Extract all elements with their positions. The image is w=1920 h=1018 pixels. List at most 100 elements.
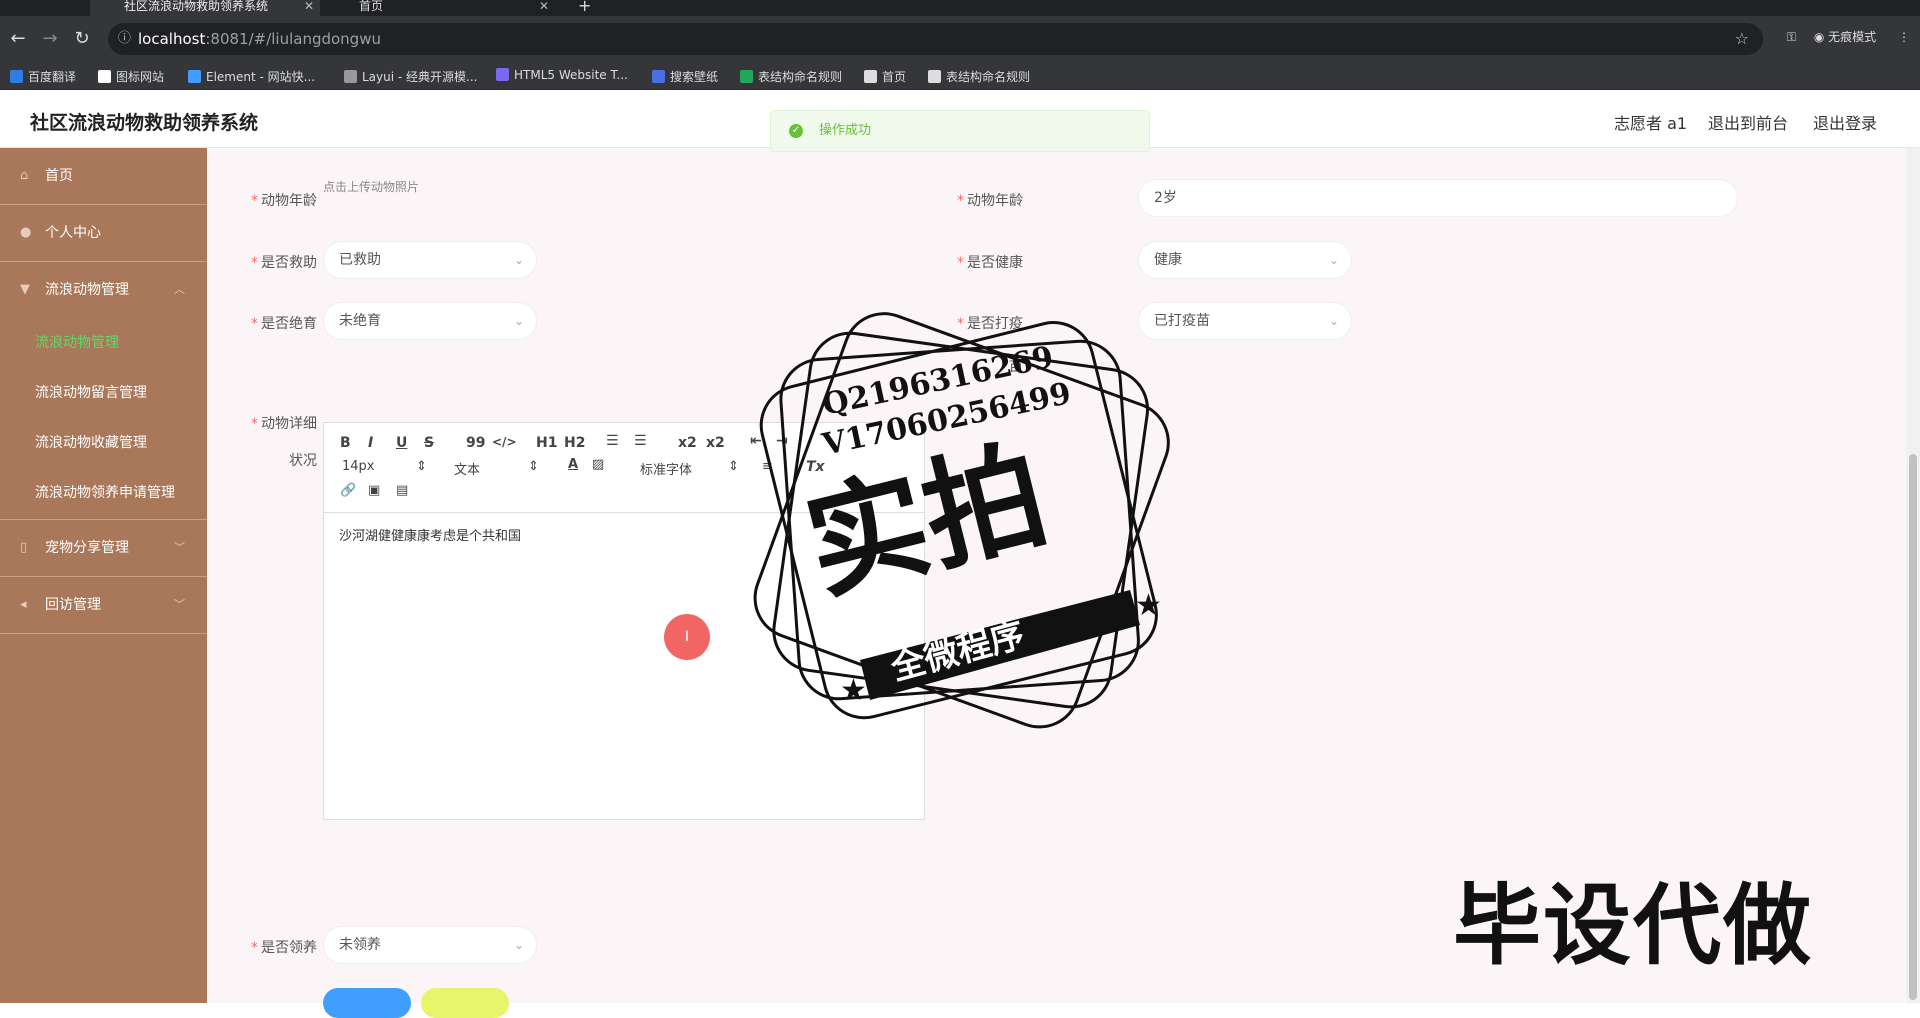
logout-link[interactable]: 退出登录 bbox=[1813, 110, 1877, 134]
h2-button[interactable]: H2 bbox=[564, 435, 585, 451]
bookmark-item[interactable]: 表结构命名规则 bbox=[740, 68, 842, 85]
adopted-select[interactable]: 未领养 ⌄ bbox=[323, 926, 537, 964]
sidebar-item-revisit[interactable]: ◂ 回访管理 ﹀ bbox=[0, 577, 207, 634]
subscript-button[interactable]: x2 bbox=[678, 435, 697, 451]
text-type-select[interactable]: 文本 bbox=[454, 459, 480, 478]
success-toast: ✓ 操作成功 bbox=[770, 110, 1150, 152]
bookmark-icon bbox=[496, 68, 509, 81]
scroll-thumb[interactable] bbox=[1909, 454, 1917, 1000]
bookmark-star-icon[interactable]: ☆ bbox=[1735, 23, 1749, 55]
link-icon[interactable]: 🔗 bbox=[340, 483, 356, 498]
bookmark-item[interactable]: 图标网站 bbox=[98, 68, 164, 85]
tab-close-icon[interactable]: ✕ bbox=[539, 0, 549, 12]
bookmark-icon bbox=[652, 70, 665, 83]
chevron-up-icon: ︿ bbox=[174, 283, 185, 296]
video-icon[interactable]: ▤ bbox=[396, 483, 408, 498]
chevron-down-icon: ⌄ bbox=[513, 314, 524, 328]
neutered-select[interactable]: 未绝育 ⌄ bbox=[323, 302, 537, 340]
rescued-label: * 是否救助 bbox=[251, 255, 317, 271]
sidebar-item-profile[interactable]: ● 个人中心 bbox=[0, 205, 207, 262]
bookmark-item[interactable]: 首页 bbox=[864, 68, 906, 85]
bookmark-item[interactable]: Layui - 经典开源模... bbox=[344, 68, 477, 85]
quote-button[interactable]: 99 bbox=[466, 435, 485, 451]
strike-button[interactable]: S bbox=[424, 435, 434, 451]
superscript-button[interactable]: x2 bbox=[706, 435, 725, 451]
bookmark-icon bbox=[10, 70, 23, 83]
bookmark-icon bbox=[928, 70, 941, 83]
reload-icon[interactable]: ↻ bbox=[70, 27, 94, 51]
tab-admin[interactable]: 社区流浪动物救助领养系统 ✕ bbox=[90, 0, 320, 16]
home-icon: ⌂ bbox=[20, 168, 29, 183]
chevron-updown-icon: ⇕ bbox=[528, 459, 539, 474]
font-color-icon[interactable]: A bbox=[568, 457, 578, 472]
site-info-icon[interactable]: ⓘ bbox=[118, 23, 131, 55]
sidebar-item-label: 回访管理 bbox=[45, 597, 101, 613]
background-color-icon[interactable]: ▨ bbox=[592, 457, 604, 472]
healthy-select[interactable]: 健康 ⌄ bbox=[1138, 241, 1352, 279]
bookmark-item[interactable]: 表结构命名规则 bbox=[928, 68, 1030, 85]
cancel-button[interactable] bbox=[421, 988, 509, 1018]
sidebar-item-animal-management[interactable]: ▼ 流浪动物管理 ︿ bbox=[0, 262, 207, 319]
filter-icon: ▼ bbox=[20, 282, 30, 297]
bookmark-icon bbox=[188, 70, 201, 83]
tab-title: 首页 bbox=[359, 0, 384, 13]
age-input[interactable]: 2岁 bbox=[1138, 179, 1738, 217]
submit-button[interactable] bbox=[323, 988, 411, 1018]
code-button[interactable]: </> bbox=[492, 435, 517, 449]
sidebar-item-pet-share[interactable]: ▯ 宠物分享管理 ﹀ bbox=[0, 520, 207, 577]
bookmark-item[interactable]: 百度翻译 bbox=[10, 68, 76, 85]
bookmark-item[interactable]: Element - 网站快... bbox=[188, 68, 315, 85]
address-toolbar: ← → ↻ ⓘ localhost:8081/#/liulangdongwu ☆… bbox=[0, 16, 1920, 62]
sidebar-subitem-animal[interactable]: 流浪动物管理 bbox=[0, 318, 207, 368]
ordered-list-icon[interactable]: ☰ bbox=[606, 433, 619, 449]
tab-home[interactable]: 首页 ✕ bbox=[325, 0, 555, 16]
new-tab-icon[interactable]: + bbox=[570, 0, 600, 16]
italic-button[interactable]: I bbox=[368, 435, 373, 451]
tab-title: 社区流浪动物救助领养系统 bbox=[124, 0, 269, 13]
watermark-stamp: Q2196316269 V17060256499 实拍 全微程序 ★ ★ bbox=[753, 312, 1170, 729]
sidebar-subitem-messages[interactable]: 流浪动物留言管理 bbox=[0, 368, 207, 418]
font-family-select[interactable]: 标准字体 bbox=[640, 459, 692, 478]
bookmarks-bar: 百度翻译 图标网站 Element - 网站快... Layui - 经典开源模… bbox=[0, 62, 1920, 90]
sidebar-subitem-favorites[interactable]: 流浪动物收藏管理 bbox=[0, 418, 207, 468]
back-icon[interactable]: ← bbox=[6, 27, 30, 51]
chevron-updown-icon: ⇕ bbox=[416, 459, 427, 474]
bullet-list-icon[interactable]: ☰ bbox=[634, 433, 647, 449]
h1-button[interactable]: H1 bbox=[536, 435, 557, 451]
font-size-select[interactable]: 14px bbox=[342, 459, 375, 474]
detail-label-cont: 状况 bbox=[289, 453, 317, 469]
watermark-ribbon-text: 全微程序 bbox=[886, 615, 1029, 689]
menu-icon[interactable]: ⋮ bbox=[1898, 30, 1910, 44]
key-icon[interactable]: ⚿ bbox=[1787, 30, 1796, 44]
upload-photo-hint[interactable]: 点击上传动物照片 bbox=[323, 178, 419, 195]
chevron-down-icon: ⌄ bbox=[1328, 314, 1339, 328]
url-host: localhost bbox=[138, 30, 206, 48]
url-bar[interactable]: ⓘ localhost:8081/#/liulangdongwu ☆ bbox=[108, 23, 1763, 55]
bookmark-icon bbox=[864, 70, 877, 83]
sidebar-item-label: 宠物分享管理 bbox=[45, 540, 129, 556]
browser-tools: ⚿ ◉ 无痕模式 ⋮ bbox=[1787, 28, 1910, 45]
pet-icon: ▯ bbox=[20, 540, 28, 555]
exit-to-front-link[interactable]: 退出到前台 bbox=[1708, 110, 1788, 134]
bookmark-item[interactable]: HTML5 Website T... bbox=[496, 68, 628, 82]
incognito-icon: ◉ bbox=[1813, 30, 1829, 44]
check-icon: ✓ bbox=[789, 124, 803, 138]
tab-close-icon[interactable]: ✕ bbox=[304, 0, 314, 12]
rescued-select[interactable]: 已救助 ⌄ bbox=[323, 241, 537, 279]
bookmark-item[interactable]: 搜索壁纸 bbox=[652, 68, 718, 85]
incognito-badge[interactable]: ◉ 无痕模式 bbox=[1814, 28, 1876, 45]
current-user: 志愿者 a1 bbox=[1614, 114, 1688, 133]
image-icon[interactable]: ▣ bbox=[368, 483, 380, 498]
underline-button[interactable]: U bbox=[396, 435, 407, 451]
chevron-down-icon: ⌄ bbox=[513, 938, 524, 952]
bold-button[interactable]: B bbox=[340, 435, 351, 451]
sidebar-item-home[interactable]: ⌂ 首页 bbox=[0, 148, 207, 205]
adopted-label: * 是否领养 bbox=[251, 940, 317, 956]
age-label: * 动物年龄 bbox=[957, 193, 1023, 209]
page-scrollbar[interactable] bbox=[1906, 148, 1920, 1003]
url-path: :8081/#/liulangdongwu bbox=[205, 30, 381, 48]
cursor-highlight-icon: I bbox=[664, 614, 710, 660]
forward-icon[interactable]: → bbox=[38, 27, 62, 51]
sidebar-subitem-adoption[interactable]: 流浪动物领养申请管理 bbox=[0, 468, 207, 520]
star-icon: ★ bbox=[840, 673, 867, 708]
